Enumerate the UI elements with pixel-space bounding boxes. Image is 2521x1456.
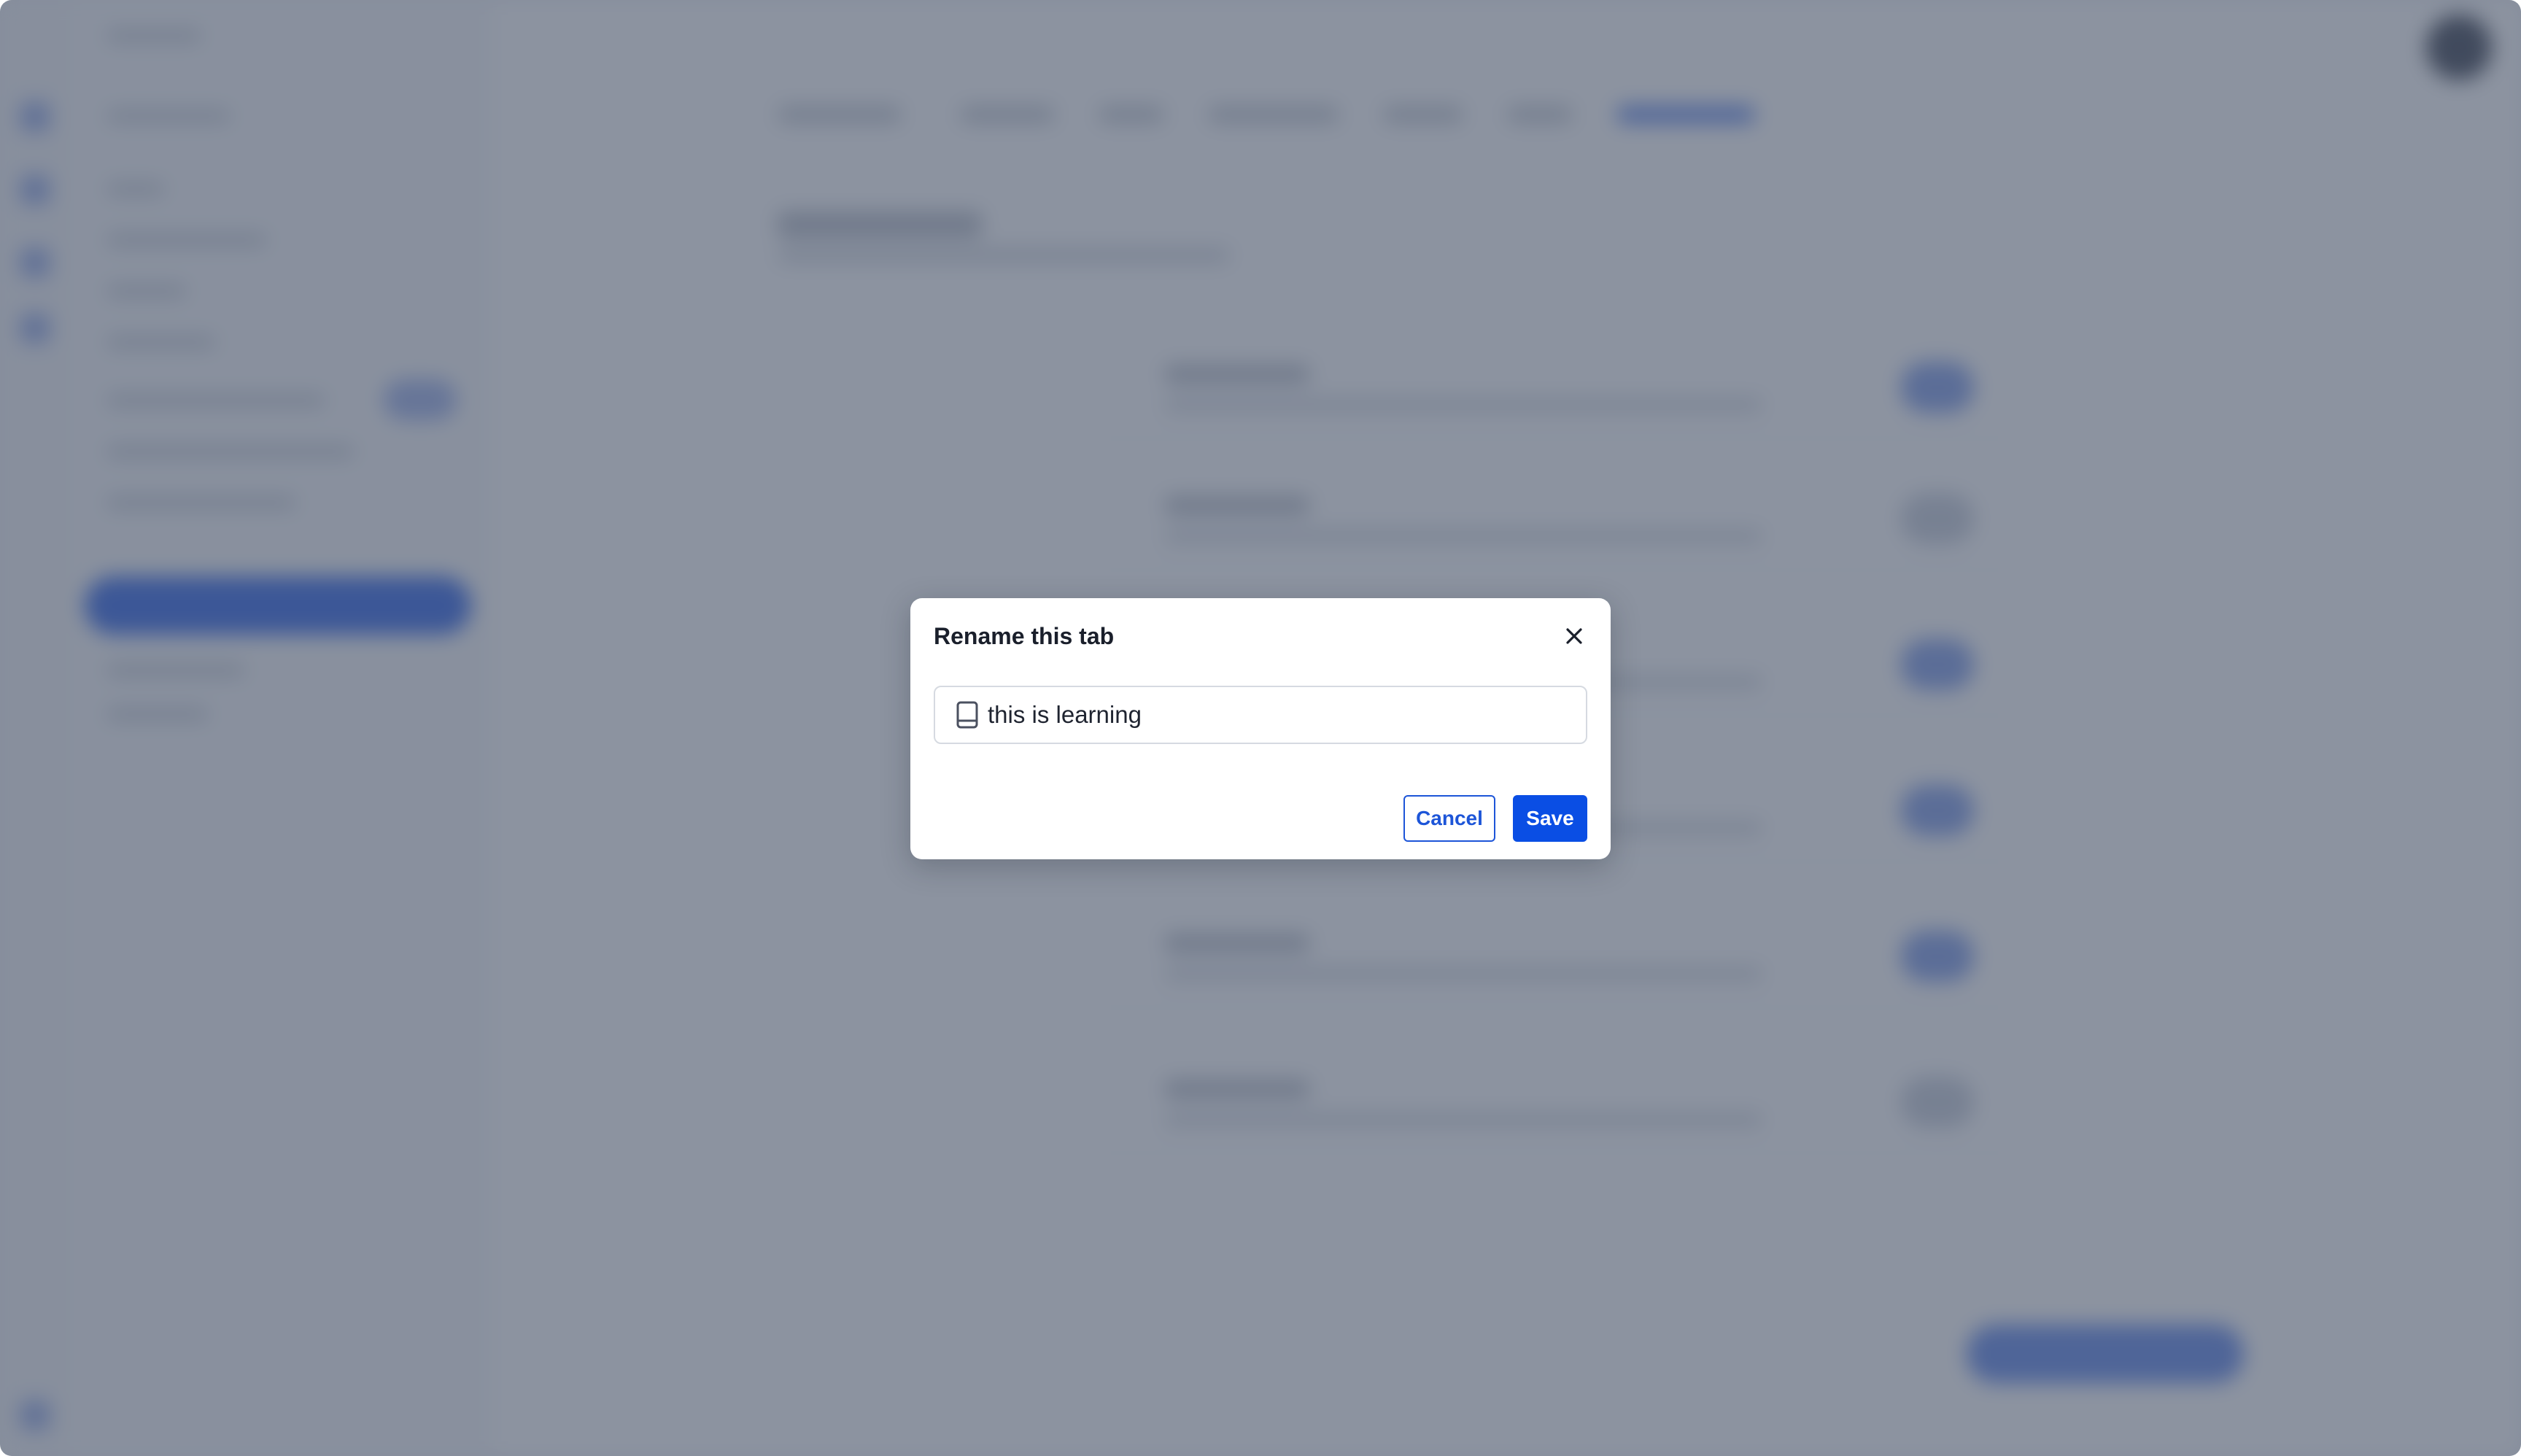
- tab-name-input[interactable]: [988, 693, 1557, 737]
- cancel-button[interactable]: Cancel: [1403, 795, 1495, 842]
- close-icon: [1566, 628, 1582, 644]
- book-icon: [954, 697, 980, 732]
- rename-tab-dialog: Rename this tab Cancel Save: [910, 598, 1611, 859]
- app-window: Rename this tab Cancel Save: [0, 0, 2521, 1456]
- tab-name-field[interactable]: [934, 686, 1587, 744]
- close-button[interactable]: [1557, 619, 1592, 654]
- dialog-title: Rename this tab: [934, 623, 1115, 649]
- save-button[interactable]: Save: [1513, 795, 1587, 842]
